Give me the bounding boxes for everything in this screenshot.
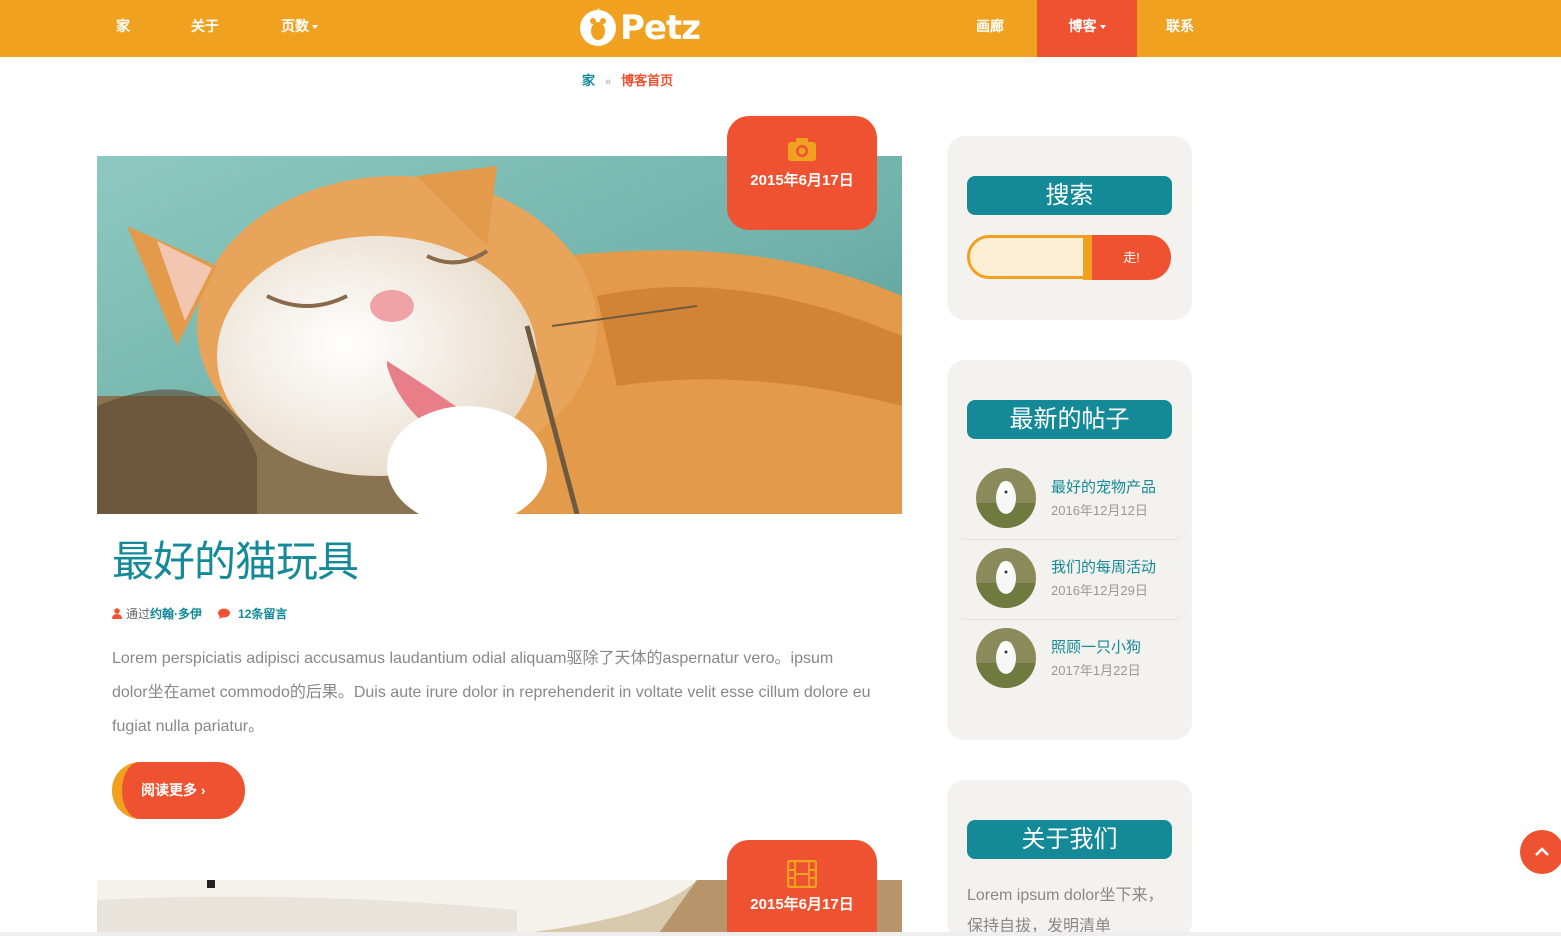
user-icon [112, 608, 122, 619]
post-date-badge: 2015年6月17日 [727, 116, 877, 230]
logo-text: Petz [620, 8, 701, 48]
post-author-link[interactable]: 约翰·多伊 [150, 605, 202, 622]
nav-pages[interactable]: 页数 [281, 0, 318, 57]
nav-pages-label: 页数 [281, 18, 309, 34]
nav-contact-label: 联系 [1166, 18, 1194, 34]
breadcrumb-separator: » [605, 76, 612, 88]
back-to-top-button[interactable] [1520, 830, 1561, 874]
recent-post-item[interactable]: 我们的每周活动 2016年12月29日 [953, 540, 1186, 620]
about-widget: 关于我们 Lorem ipsum dolor坐下来，保持自拔，发明清单 [947, 780, 1192, 936]
recent-post-title[interactable]: 照顾一只小狗 [1051, 636, 1141, 657]
comment-icon [218, 608, 231, 619]
post-date-badge-second: 2015年6月17日 [727, 840, 877, 936]
nav-about[interactable]: 关于 [191, 0, 219, 57]
search-widget: 搜索 走! [947, 136, 1192, 320]
about-widget-title: 关于我们 [967, 820, 1172, 859]
caret-down-icon [312, 25, 318, 30]
recent-post-date: 2016年12月29日 [1051, 583, 1148, 598]
site-logo[interactable]: ★ Petz [580, 5, 701, 51]
camera-icon [727, 136, 877, 166]
post-date-second: 2015年6月17日 [750, 896, 854, 913]
about-text: Lorem ipsum dolor坐下来，保持自拔，发明清单 [967, 887, 1164, 935]
search-go-button[interactable]: 走! [1083, 235, 1171, 280]
chevron-up-icon [1535, 847, 1549, 856]
caret-down-icon [1099, 25, 1106, 30]
post-comments-link[interactable]: 12条留言 [238, 605, 287, 622]
film-icon [727, 860, 877, 890]
nav-home-label: 家 [116, 18, 130, 34]
recent-post-date: 2016年12月12日 [1051, 503, 1148, 518]
recent-post-title[interactable]: 最好的宠物产品 [1051, 476, 1156, 497]
page-bottom-edge [0, 932, 1561, 936]
recent-post-item[interactable]: 照顾一只小狗 2017年1月22日 [953, 620, 1186, 700]
top-navbar: 家 关于 页数 ★ Petz 画廊 博客 联系 [0, 0, 1561, 57]
breadcrumb-home[interactable]: 家 [582, 73, 595, 88]
recent-post-title[interactable]: 我们的每周活动 [1051, 556, 1156, 577]
post-by-label: 通过 [126, 607, 151, 621]
nav-gallery-label: 画廊 [976, 18, 1004, 34]
recent-posts-widget: 最新的帖子 最好的宠物产品 2016年12月12日 我们的每周活动 2016年1… [947, 360, 1192, 740]
nav-about-label: 关于 [191, 18, 219, 34]
search-widget-title: 搜索 [967, 176, 1172, 215]
post-title[interactable]: 最好的猫玩具 [112, 528, 359, 589]
nav-blog[interactable]: 博客 [1037, 0, 1137, 57]
recent-posts-title: 最新的帖子 [967, 400, 1172, 439]
post-date: 2015年6月17日 [750, 172, 854, 189]
recent-post-thumbnail[interactable] [976, 548, 1036, 608]
recent-post-item[interactable]: 最好的宠物产品 2016年12月12日 [953, 460, 1186, 540]
post-meta: 通过 约翰·多伊 12条留言 [112, 605, 287, 622]
recent-post-date: 2017年1月22日 [1051, 663, 1141, 678]
post-excerpt: Lorem perspiciatis adipisci accusamus la… [112, 650, 871, 735]
breadcrumb-current: 博客首页 [621, 73, 674, 88]
nav-blog-label: 博客 [1068, 18, 1097, 34]
recent-post-thumbnail[interactable] [976, 468, 1036, 528]
read-more-button[interactable]: 阅读更多 › [112, 762, 245, 819]
breadcrumb: 家 » 博客首页 [582, 70, 673, 89]
paw-logo-icon: ★ [580, 5, 616, 46]
recent-post-thumbnail[interactable] [976, 628, 1036, 688]
search-input[interactable] [967, 235, 1087, 279]
nav-gallery[interactable]: 画廊 [976, 0, 1004, 57]
nav-home[interactable]: 家 [116, 0, 130, 57]
nav-contact[interactable]: 联系 [1166, 0, 1194, 57]
